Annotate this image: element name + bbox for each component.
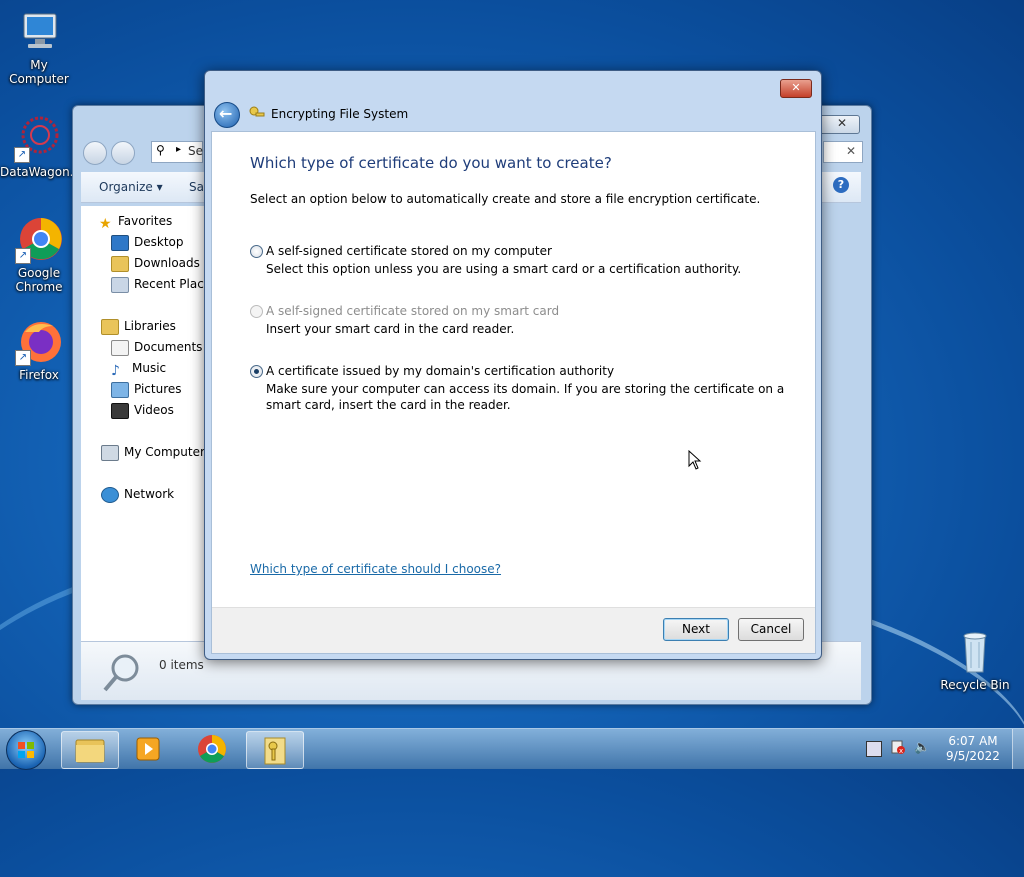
address-text: Se (188, 144, 203, 158)
option-label-disabled: A self-signed certificate stored on my s… (266, 304, 560, 318)
search-icon: ⚲ (156, 143, 165, 157)
clock-time: 6:07 AM (948, 734, 998, 748)
search-box[interactable]: ✕ (823, 141, 863, 163)
chevron-right-icon: ▸ (176, 144, 182, 155)
datawagon-icon: ↗ (14, 115, 62, 163)
option-label[interactable]: A self-signed certificate stored on my c… (266, 244, 552, 258)
nav-recent-places[interactable]: Recent Places (111, 275, 217, 293)
address-bar[interactable]: ⚲ ▸ Se (151, 141, 203, 163)
action-center-icon[interactable]: x (890, 739, 906, 755)
libraries-icon (101, 318, 119, 335)
close-icon: ✕ (836, 116, 847, 130)
option-description: Select this option unless you are using … (266, 262, 742, 276)
clear-icon: ✕ (845, 144, 856, 158)
back-arrow-icon: ← (219, 104, 233, 123)
intro-text: Select an option below to automatically … (250, 192, 761, 206)
efs-wizard-dialog: ✕ ← Encrypting File System Which type of… (204, 70, 822, 660)
desktop-icon-label: DataWagon... (0, 165, 82, 179)
magnifier-icon (103, 654, 139, 692)
option-label[interactable]: A certificate issued by my domain's cert… (266, 364, 614, 378)
downloads-folder-icon (111, 255, 129, 272)
computer-icon (15, 8, 63, 56)
desktop-icon-google-chrome[interactable]: ↗ Google Chrome (1, 216, 77, 294)
shortcut-arrow-icon: ↗ (15, 248, 31, 264)
cancel-button[interactable]: Cancel (738, 618, 804, 641)
svg-text:x: x (899, 747, 903, 755)
nav-libraries[interactable]: Libraries (101, 317, 176, 335)
help-link[interactable]: Which type of certificate should I choos… (250, 562, 501, 576)
nav-pictures[interactable]: Pictures (111, 380, 182, 398)
taskbar-explorer-button[interactable] (61, 731, 119, 769)
shortcut-arrow-icon: ↗ (15, 350, 31, 366)
clock-date: 9/5/2022 (946, 749, 1000, 763)
organize-menu[interactable]: Organize ▾ (99, 180, 163, 194)
dialog-content: Which type of certificate do you want to… (211, 131, 816, 654)
nav-videos[interactable]: Videos (111, 401, 174, 419)
radio-self-signed-smart-card (250, 305, 263, 318)
desktop-icon-datawagon[interactable]: ↗ DataWagon... (0, 115, 82, 179)
radio-selected-dot (254, 369, 259, 374)
taskbar: x 🔈 6:07 AM 9/5/2022 (0, 728, 1024, 770)
media-player-icon (136, 737, 160, 761)
back-arrow-button[interactable]: ← (214, 102, 240, 128)
option-description: smart card, insert the card in the reade… (266, 398, 511, 412)
back-button[interactable] (83, 141, 107, 165)
recycle-bin-icon (951, 628, 999, 676)
desktop-icon-label: My Computer (9, 58, 69, 86)
recent-places-icon (111, 276, 129, 293)
nav-desktop[interactable]: Desktop (111, 233, 184, 251)
desktop-icon (111, 234, 129, 251)
navigation-pane: ★ Favorites Desktop Downloads Recent Plac… (81, 206, 217, 641)
nav-documents[interactable]: Documents (111, 338, 202, 356)
clock[interactable]: 6:07 AM 9/5/2022 (940, 734, 1006, 764)
page-heading: Which type of certificate do you want to… (250, 154, 612, 172)
desktop-icon-label: Firefox (19, 368, 59, 382)
chrome-icon: ↗ (15, 216, 63, 264)
show-desktop-button[interactable] (1012, 729, 1024, 769)
chrome-icon (198, 735, 226, 763)
volume-icon[interactable]: 🔈 (914, 740, 930, 755)
videos-icon (111, 402, 129, 419)
help-icon[interactable]: ? (833, 177, 849, 193)
desktop-icon-firefox[interactable]: ↗ Firefox (1, 318, 77, 382)
network-icon (101, 486, 119, 503)
documents-icon (111, 339, 129, 356)
key-icon (264, 737, 286, 765)
nav-music[interactable]: ♪ Music (111, 359, 166, 379)
mouse-cursor-icon (688, 450, 702, 470)
option-description: Insert your smart card in the card reade… (266, 322, 515, 336)
folder-icon (75, 739, 105, 763)
taskbar-chrome-button[interactable] (184, 731, 240, 767)
radio-self-signed-computer[interactable] (250, 245, 263, 258)
taskbar-efs-button[interactable] (246, 731, 304, 769)
nav-downloads[interactable]: Downloads (111, 254, 200, 272)
firefox-icon: ↗ (15, 318, 63, 366)
nav-network[interactable]: Network (101, 485, 174, 503)
next-button[interactable]: Next (663, 618, 729, 641)
taskbar-media-player-button[interactable] (121, 731, 177, 767)
dialog-title: Encrypting File System (271, 107, 409, 121)
desktop-icon-label: Google Chrome (15, 266, 63, 294)
explorer-maximize-close[interactable]: ✕ (818, 115, 860, 134)
shortcut-arrow-icon: ↗ (14, 147, 30, 163)
network-tray-icon[interactable] (866, 741, 882, 757)
desktop-icon-label: Recycle Bin (940, 678, 1010, 692)
desktop-icon-recycle-bin[interactable]: Recycle Bin (937, 628, 1013, 692)
windows-logo-icon (18, 742, 34, 758)
forward-button[interactable] (111, 141, 135, 165)
close-button[interactable]: ✕ (780, 79, 812, 98)
option-description: Make sure your computer can access its d… (266, 382, 785, 396)
item-count: 0 items (159, 658, 204, 672)
pictures-icon (111, 381, 129, 398)
computer-icon (101, 444, 119, 461)
radio-domain-ca[interactable] (250, 365, 263, 378)
music-note-icon: ♪ (111, 362, 120, 379)
star-icon: ★ (99, 215, 112, 232)
nav-my-computer[interactable]: My Computer (101, 443, 205, 461)
dialog-footer: Next Cancel (212, 607, 815, 653)
start-button[interactable] (6, 730, 46, 770)
nav-favorites[interactable]: ★ Favorites (99, 212, 172, 232)
key-icon (249, 106, 265, 120)
desktop-icon-my-computer[interactable]: My Computer (1, 8, 77, 86)
